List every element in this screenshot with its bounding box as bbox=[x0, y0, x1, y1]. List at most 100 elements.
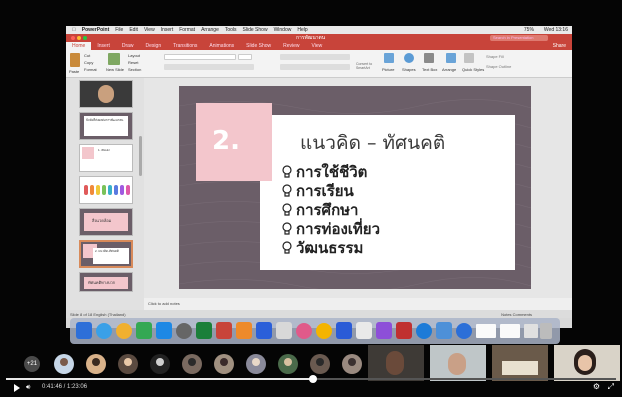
progress-fill bbox=[6, 378, 313, 380]
thumbnail-1[interactable] bbox=[79, 80, 133, 108]
battery-status: 75% bbox=[523, 27, 534, 33]
menu-arrange[interactable]: Arrange bbox=[201, 27, 219, 33]
thumbnail-pink-box bbox=[82, 147, 94, 159]
thumbnail-6-selected[interactable]: 2. แนวคิด-ทัศนคติ bbox=[79, 240, 133, 268]
menu-insert[interactable]: Insert bbox=[161, 27, 174, 33]
mac-menubar:  PowerPoint File Edit View Insert Forma… bbox=[66, 26, 572, 34]
tab-insert[interactable]: Insert bbox=[91, 42, 116, 50]
thumbnail-scrollbar[interactable] bbox=[139, 136, 142, 176]
menu-app[interactable]: PowerPoint bbox=[82, 27, 110, 33]
new-slide-icon[interactable] bbox=[108, 53, 120, 65]
ribbon-toolbar: Paste Cut Copy Format New Slide Layout R… bbox=[66, 50, 572, 78]
slide-thumbnails-panel: ปัจจัยที่ส่งผลต่อการพัฒนาตน 1. ตนเอง สิ่… bbox=[66, 78, 144, 318]
arrange-icon[interactable] bbox=[446, 53, 456, 63]
menu-format[interactable]: Format bbox=[179, 27, 195, 33]
participant-avatars[interactable] bbox=[52, 352, 362, 378]
paste-label: Paste bbox=[69, 69, 80, 74]
format-painter-button[interactable]: Format bbox=[84, 67, 97, 72]
font-select[interactable] bbox=[164, 54, 236, 60]
progress-bar[interactable] bbox=[6, 375, 616, 383]
slide-number: 2. bbox=[212, 126, 240, 156]
lightbulb-icon bbox=[282, 202, 292, 216]
smartart-button[interactable]: Convert to SmartArt bbox=[356, 62, 378, 70]
dock-icons[interactable] bbox=[74, 321, 556, 341]
shapes-label: Shapes bbox=[402, 67, 416, 72]
font-size-select[interactable] bbox=[238, 54, 252, 60]
window-controls-icon[interactable] bbox=[70, 35, 90, 41]
menu-edit[interactable]: Edit bbox=[129, 27, 138, 33]
play-icon[interactable] bbox=[14, 384, 20, 392]
textbox-icon[interactable] bbox=[424, 53, 434, 63]
tab-animations[interactable]: Animations bbox=[203, 42, 240, 50]
tab-review[interactable]: Review bbox=[277, 42, 305, 50]
shapes-icon[interactable] bbox=[404, 53, 414, 63]
arrange-label: Arrange bbox=[442, 67, 457, 72]
participant-video-1[interactable] bbox=[368, 345, 424, 381]
menu-view[interactable]: View bbox=[144, 27, 155, 33]
participant-video-2[interactable] bbox=[430, 345, 486, 381]
menu-window[interactable]: Window bbox=[274, 27, 292, 33]
textbox-label: Text Box bbox=[422, 67, 438, 72]
thumbnail-colorbars bbox=[84, 185, 130, 195]
bullet-text: วัฒนธรรม bbox=[296, 238, 364, 257]
fullscreen-icon[interactable]: ⤢ bbox=[608, 382, 614, 392]
layout-button[interactable]: Layout bbox=[128, 53, 140, 58]
paste-icon[interactable] bbox=[70, 53, 80, 67]
thumbnail-2[interactable]: ปัจจัยที่ส่งผลต่อการพัฒนาตน bbox=[79, 112, 133, 140]
menu-slideshow[interactable]: Slide Show bbox=[243, 27, 268, 33]
menu-help[interactable]: Help bbox=[297, 27, 307, 33]
section-button[interactable]: Section bbox=[128, 67, 141, 72]
progress-knob[interactable] bbox=[308, 375, 317, 383]
window-titlebar: การพัฒนาตน Search in Presentation bbox=[66, 34, 572, 42]
status-left: Slide 8 of 18 English (Thailand) bbox=[70, 312, 126, 317]
person-face bbox=[578, 355, 592, 371]
thumbnail-3[interactable]: 1. ตนเอง bbox=[79, 144, 133, 172]
notes-pane[interactable]: Click to add notes bbox=[144, 298, 572, 310]
paragraph-buttons[interactable] bbox=[280, 54, 350, 60]
video-content bbox=[502, 361, 538, 375]
search-input[interactable]: Search in Presentation bbox=[490, 35, 548, 41]
document-title: การพัฒนาตน bbox=[296, 35, 326, 41]
lightbulb-icon bbox=[282, 240, 292, 254]
tab-view[interactable]: View bbox=[306, 42, 329, 50]
reset-button[interactable]: Reset bbox=[128, 60, 138, 65]
tab-design[interactable]: Design bbox=[140, 42, 168, 50]
thumbnail-label: 1. ตนเอง bbox=[98, 148, 110, 152]
thumbnail-label: ปัจจัยที่ส่งผลต่อการพัฒนาตน bbox=[86, 118, 124, 122]
shape-outline-button[interactable]: Shape Outline bbox=[486, 64, 511, 69]
thumbnail-4[interactable] bbox=[79, 176, 133, 204]
video-player:  PowerPoint File Edit View Insert Forma… bbox=[0, 0, 622, 397]
status-bar: Slide 8 of 18 English (Thailand) Notes C… bbox=[66, 310, 572, 318]
quick-styles-icon[interactable] bbox=[464, 53, 474, 63]
volume-icon[interactable]: 🔊︎ bbox=[26, 384, 30, 392]
menu-tools[interactable]: Tools bbox=[225, 27, 237, 33]
notes-placeholder: Click to add notes bbox=[148, 301, 180, 306]
ribbon-tabs: Home Insert Draw Design Transitions Anim… bbox=[66, 42, 572, 50]
apple-icon[interactable]:  bbox=[72, 27, 76, 33]
tab-slideshow[interactable]: Slide Show bbox=[240, 42, 277, 50]
share-button[interactable]: Share bbox=[553, 43, 566, 49]
font-format-buttons[interactable] bbox=[164, 64, 254, 70]
settings-gear-icon[interactable]: ⚙ bbox=[593, 382, 600, 391]
picture-icon[interactable] bbox=[384, 53, 394, 63]
lightbulb-icon bbox=[282, 183, 292, 197]
person-face bbox=[448, 353, 466, 375]
thumbnail-5[interactable]: สิ่งแวดล้อม bbox=[79, 208, 133, 236]
tab-draw[interactable]: Draw bbox=[116, 42, 140, 50]
participant-video-3[interactable] bbox=[492, 345, 548, 381]
copy-button[interactable]: Copy bbox=[84, 60, 93, 65]
status-right[interactable]: Notes Comments bbox=[501, 312, 532, 317]
tab-home[interactable]: Home bbox=[66, 42, 92, 50]
participant-video-4[interactable] bbox=[554, 345, 620, 381]
slide-bullet-list: การใช้ชีวิต การเรียน การศึกษา การท่องเที… bbox=[282, 162, 380, 257]
cut-button[interactable]: Cut bbox=[84, 53, 90, 58]
participant-count-badge[interactable]: +21 bbox=[24, 356, 40, 372]
thumbnail-7[interactable]: ทัศนคติทางบวก bbox=[79, 272, 133, 292]
bullet-item: วัฒนธรรม bbox=[282, 238, 380, 257]
alignment-buttons[interactable] bbox=[280, 64, 350, 70]
menu-file[interactable]: File bbox=[115, 27, 123, 33]
tab-transitions[interactable]: Transitions bbox=[167, 42, 203, 50]
shape-fill-button[interactable]: Shape Fill bbox=[486, 54, 504, 59]
thumbnail-label: ทัศนคติทางบวก bbox=[88, 280, 116, 285]
quick-styles-label: Quick Styles bbox=[462, 67, 485, 72]
